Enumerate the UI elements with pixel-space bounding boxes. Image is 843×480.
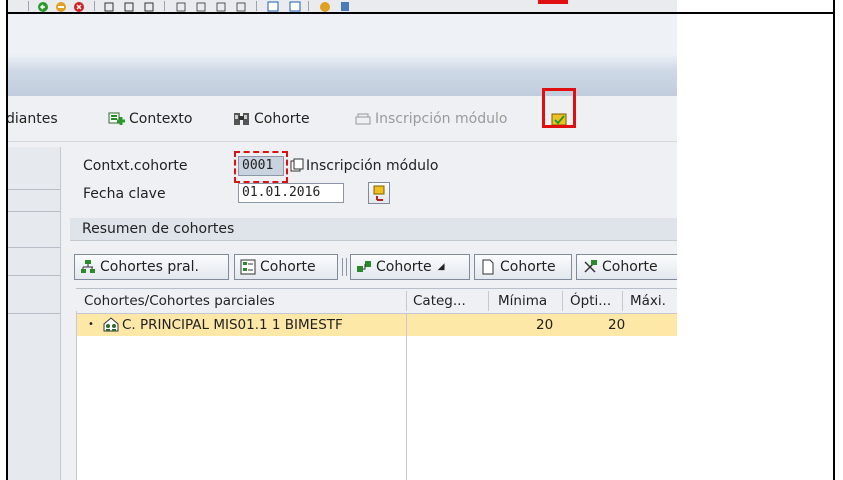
- tree-bullet-icon: •: [88, 319, 94, 330]
- contexto-button[interactable]: Contexto: [108, 96, 192, 141]
- cohorte-delete-button[interactable]: Cohorte: [576, 254, 677, 280]
- column-header-categ[interactable]: Categ...: [413, 293, 466, 309]
- sap-window: diantes Contexto Cohorte Inscripción mód…: [8, 0, 677, 480]
- hierarchy-icon: [79, 259, 97, 275]
- exit-icon[interactable]: [54, 0, 68, 12]
- next-page-icon[interactable]: [214, 0, 228, 12]
- dropdown-arrow-icon: ◢: [437, 262, 445, 272]
- cohorte-create-dropdown[interactable]: Cohorte ◢: [350, 254, 470, 280]
- inscripcion-modulo-button[interactable]: Inscripción módulo: [354, 96, 507, 141]
- column-separator: [406, 291, 407, 311]
- cut-icon: [581, 259, 599, 275]
- module-icon: [354, 111, 372, 127]
- panel-divider: [8, 189, 60, 190]
- navigation-panel: [8, 147, 61, 480]
- optima-cell: 20: [608, 317, 626, 333]
- cohorte-new-button[interactable]: Cohorte: [474, 254, 572, 280]
- new-document-icon: [479, 259, 497, 275]
- toolbar-separator: [308, 1, 309, 11]
- cohorte-button[interactable]: Cohorte: [233, 96, 310, 141]
- minima-cell: 20: [536, 317, 554, 333]
- tree-column-divider: [406, 313, 407, 480]
- panel-divider: [8, 247, 60, 248]
- column-header-minima[interactable]: Mínima: [498, 293, 547, 309]
- cohort-icon: [233, 111, 251, 127]
- frame-divider: [6, 12, 835, 14]
- toolbar-separator: [164, 1, 165, 11]
- panel-divider: [8, 211, 60, 212]
- find-next-icon[interactable]: [142, 0, 156, 12]
- estudiantes-button[interactable]: diantes: [8, 96, 58, 141]
- column-separator: [488, 291, 489, 311]
- find-icon[interactable]: [122, 0, 136, 12]
- first-page-icon[interactable]: [174, 0, 188, 12]
- fecha-clave-label: Fecha clave: [83, 186, 166, 202]
- cancel-icon[interactable]: [72, 0, 86, 12]
- prev-page-icon[interactable]: [194, 0, 208, 12]
- contxt-cohorte-label: Contxt.cohorte: [83, 158, 188, 174]
- context-icon: [108, 111, 126, 127]
- print-icon[interactable]: [102, 0, 116, 12]
- layout-icon[interactable]: [338, 0, 352, 12]
- calendar-icon: [373, 185, 385, 201]
- toolbar-separator: [94, 1, 95, 11]
- inscripcion-label: Inscripción módulo: [375, 110, 508, 127]
- tree-left-border: [70, 311, 77, 480]
- estudiantes-label: diantes: [8, 110, 58, 127]
- panel-divider: [8, 313, 60, 314]
- fecha-clave-field[interactable]: 01.01.2016: [238, 183, 344, 203]
- copy-icon[interactable]: [290, 158, 304, 172]
- column-header-maxima[interactable]: Máxi.: [630, 293, 666, 309]
- column-header-optima[interactable]: Ópti...: [570, 293, 611, 309]
- button-separator: [346, 258, 347, 276]
- table-header: Cohortes/Cohortes parciales Categ... Mín…: [76, 289, 677, 314]
- group-title: Resumen de cohortes: [70, 218, 677, 241]
- last-page-icon[interactable]: [234, 0, 248, 12]
- new-session-icon[interactable]: [266, 0, 280, 12]
- button-separator: [342, 258, 343, 276]
- back-icon[interactable]: [36, 0, 50, 12]
- cohortes-pral-label: Cohortes pral.: [100, 259, 199, 275]
- cohorte-tree-label: Cohorte: [260, 259, 316, 275]
- cohorte-tree-button[interactable]: Cohorte: [234, 254, 338, 280]
- toolbar-separator: [256, 1, 257, 11]
- execute-highlight-box: [542, 88, 576, 128]
- contxt-highlight-box: [234, 151, 288, 183]
- cohort-tree-table: Cohortes/Cohortes parciales Categ... Mín…: [76, 288, 677, 480]
- date-calendar-button[interactable]: [368, 182, 390, 204]
- shortcut-icon[interactable]: [288, 0, 302, 12]
- cohorte-delete-label: Cohorte: [602, 259, 658, 275]
- help-icon[interactable]: [318, 0, 332, 12]
- cohorte-create-label: Cohorte: [376, 259, 432, 275]
- panel-divider: [8, 275, 60, 276]
- title-bar: [8, 14, 677, 96]
- table-row[interactable]: • C. PRINCIPAL MIS01.1 1 BIMESTF 20 20: [76, 314, 677, 336]
- create-cohort-icon: [355, 259, 373, 275]
- cohortes-pral-button[interactable]: Cohortes pral.: [74, 254, 229, 280]
- column-separator: [622, 291, 623, 311]
- contexto-label: Contexto: [129, 110, 193, 127]
- system-toolbar: [8, 0, 677, 12]
- column-separator: [562, 291, 563, 311]
- principal-cohort-icon: [102, 316, 120, 336]
- application-toolbar: diantes Contexto Cohorte Inscripción mód…: [8, 96, 677, 142]
- cohort-name-cell: C. PRINCIPAL MIS01.1 1 BIMESTF: [122, 317, 343, 333]
- cohorte-new-label: Cohorte: [500, 259, 556, 275]
- cohorte-label: Cohorte: [254, 110, 310, 127]
- toolbar-separator: [28, 1, 29, 11]
- tree-icon: [239, 259, 257, 275]
- command-field-marker: [538, 0, 568, 4]
- column-header-cohortes[interactable]: Cohortes/Cohortes parciales: [84, 293, 275, 309]
- contxt-description: Inscripción módulo: [306, 158, 439, 174]
